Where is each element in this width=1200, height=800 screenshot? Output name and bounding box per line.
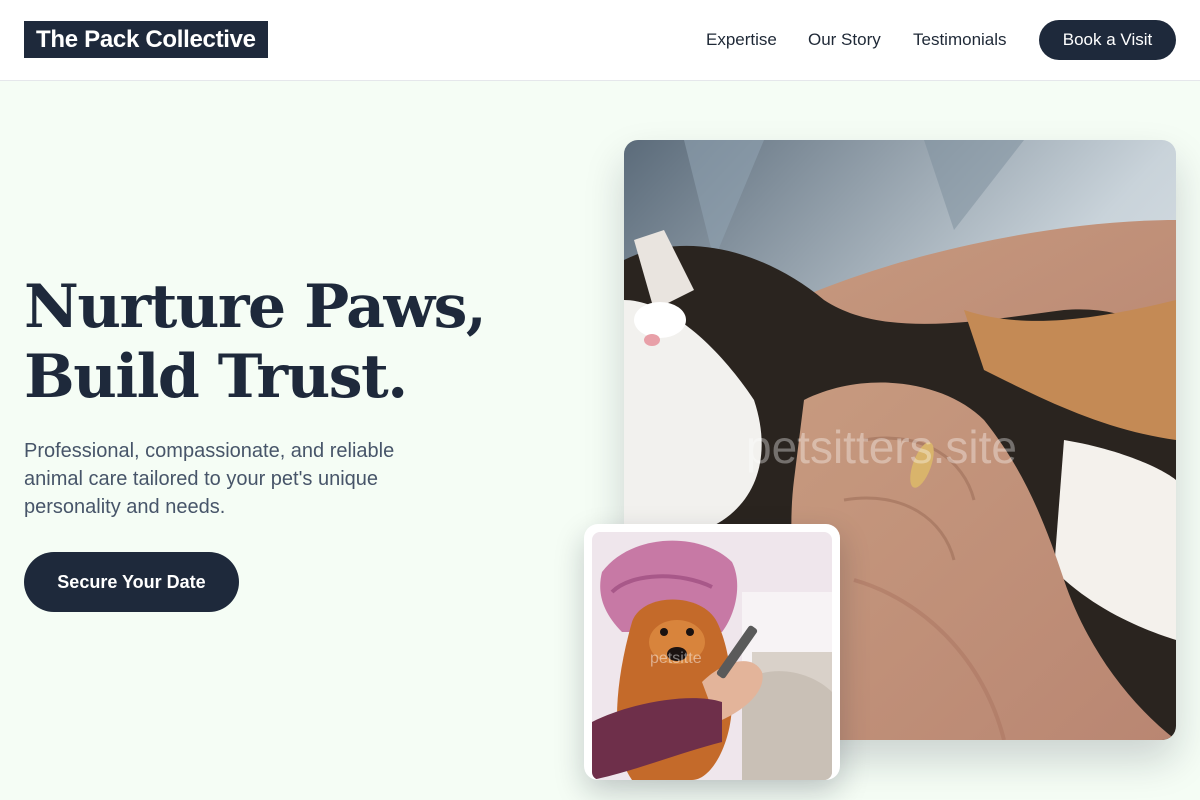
secure-date-button[interactable]: Secure Your Date: [24, 552, 239, 612]
nav-link-expertise[interactable]: Expertise: [706, 30, 777, 50]
hero-title-line-1: Nurture Paws,: [24, 272, 487, 342]
dog-photo-illustration: [592, 532, 832, 780]
hero-title-line-2: Build Trust.: [24, 342, 408, 412]
site-logo[interactable]: The Pack Collective: [24, 21, 268, 58]
dog-photo-card: petsitte: [584, 524, 840, 780]
book-visit-button[interactable]: Book a Visit: [1039, 20, 1176, 60]
nav-link-our-story[interactable]: Our Story: [808, 30, 881, 50]
dog-photo: petsitte: [592, 532, 832, 780]
site-header: The Pack Collective Expertise Our Story …: [0, 0, 1200, 81]
nav-link-testimonials[interactable]: Testimonials: [913, 30, 1007, 50]
hero-title: Nurture Paws, Build Trust.: [24, 272, 584, 412]
hero-subtitle: Professional, compassionate, and reliabl…: [24, 440, 395, 518]
dog-photo-watermark: petsitte: [650, 650, 702, 667]
